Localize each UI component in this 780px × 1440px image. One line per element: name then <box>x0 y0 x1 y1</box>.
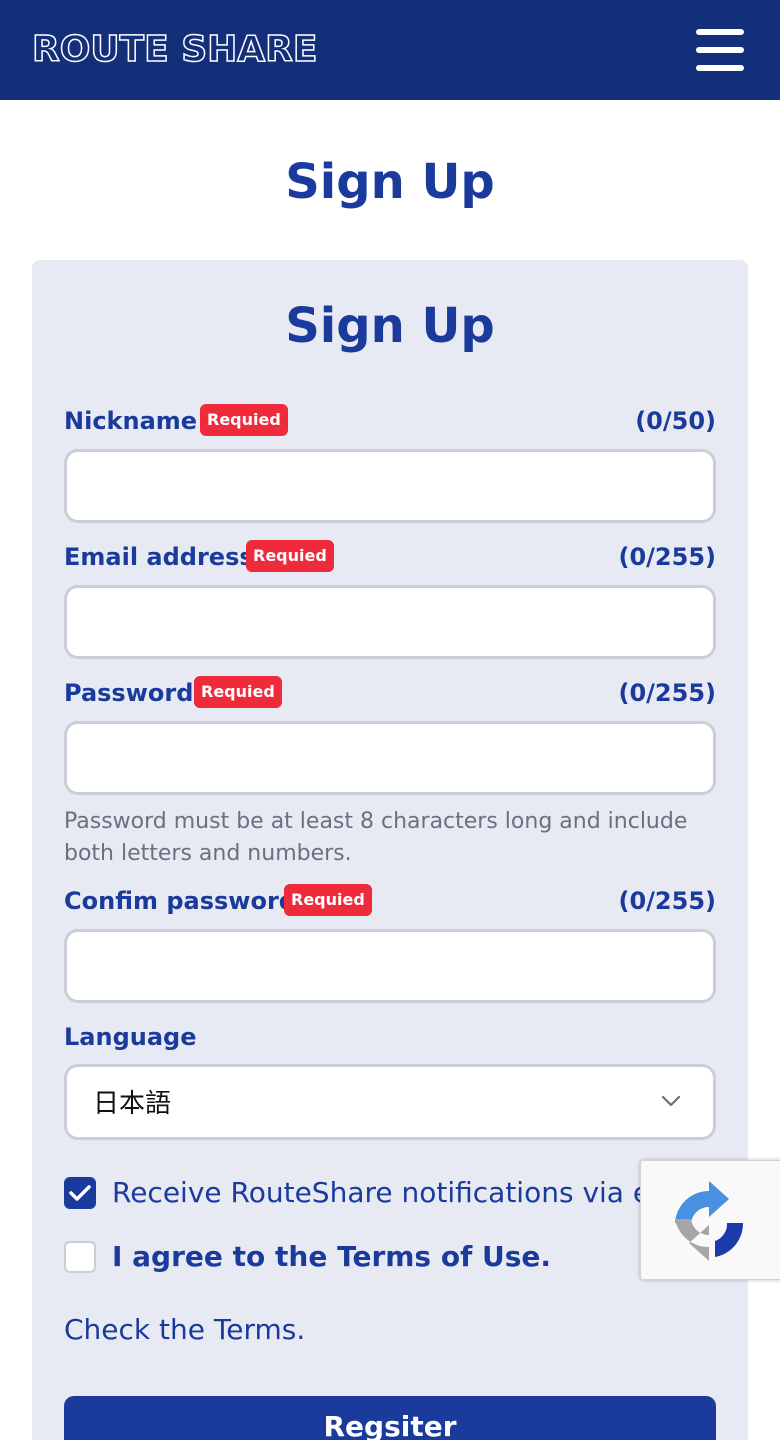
required-badge: Requied <box>284 884 372 916</box>
nickname-label-row: Nickname Requied (0/50) <box>64 404 716 438</box>
recaptcha-badge[interactable] <box>640 1160 780 1280</box>
terms-checkbox[interactable] <box>64 1241 96 1273</box>
nickname-input[interactable] <box>67 452 713 520</box>
required-badge: Requied <box>200 404 288 436</box>
email-input[interactable] <box>67 588 713 656</box>
register-button[interactable]: Regsiter <box>64 1396 716 1440</box>
menu-bar <box>696 47 744 53</box>
required-badge: Requied <box>194 676 282 708</box>
top-header: ROUTE SHARE <box>0 0 780 100</box>
site-logo[interactable]: ROUTE SHARE <box>31 28 318 72</box>
viewport: ROUTE SHARE Sign Up Sign Up Nickname Req… <box>0 0 780 1440</box>
confirm-password-input[interactable] <box>67 932 713 1000</box>
notify-checkbox-label: Receive RouteShare notifications via ema… <box>112 1176 711 1209</box>
email-counter: (0/255) <box>618 543 717 571</box>
language-select[interactable]: 日本語 <box>64 1064 716 1140</box>
confirm-password-counter: (0/255) <box>618 887 717 915</box>
language-selected-value: 日本語 <box>93 1089 172 1119</box>
language-label: Language <box>64 1023 197 1051</box>
chevron-down-icon <box>661 1095 681 1107</box>
language-label-row: Language <box>64 1020 716 1054</box>
password-field <box>64 721 716 795</box>
hamburger-menu-icon[interactable] <box>694 26 746 74</box>
required-badge: Requied <box>246 540 334 572</box>
confirm-password-field <box>64 929 716 1003</box>
password-counter: (0/255) <box>618 679 717 707</box>
password-hint: Password must be at least 8 characters l… <box>64 809 688 866</box>
checkmark-icon <box>69 1185 91 1201</box>
password-label: Password <box>64 679 194 707</box>
password-label-row: Password Requied (0/255) <box>64 676 716 710</box>
nickname-label: Nickname <box>64 407 198 435</box>
password-input[interactable] <box>67 724 713 792</box>
email-field <box>64 585 716 659</box>
confirm-password-label-row: Confim password Requied (0/255) <box>64 884 716 918</box>
page-title: Sign Up <box>285 154 495 210</box>
check-terms-link[interactable]: Check the Terms. <box>64 1310 305 1350</box>
confirm-password-label: Confim password <box>64 887 296 915</box>
menu-bar <box>696 65 744 71</box>
nickname-field <box>64 449 716 523</box>
card-title: Sign Up <box>285 298 495 354</box>
recaptcha-icon <box>675 1181 744 1261</box>
email-label: Email address <box>64 543 254 571</box>
nickname-counter: (0/50) <box>635 407 716 435</box>
menu-bar <box>696 29 744 35</box>
notify-checkbox[interactable] <box>64 1177 96 1209</box>
terms-checkbox-label: I agree to the Terms of Use. <box>112 1240 552 1273</box>
email-label-row: Email address Requied (0/255) <box>64 540 716 574</box>
